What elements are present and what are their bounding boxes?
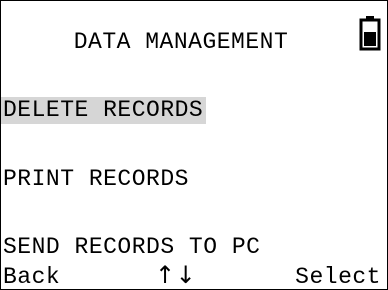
device-screen: DATA MANAGEMENT DELETE RECORDS PRINT REC…: [0, 0, 388, 290]
up-down-arrows-icon[interactable]: ↑↓: [155, 263, 196, 287]
menu-item-delete-records[interactable]: DELETE RECORDS: [1, 97, 207, 124]
back-softkey[interactable]: Back: [3, 266, 60, 289]
screen-title: DATA MANAGEMENT: [73, 29, 289, 55]
menu-item-send-records-to-pc[interactable]: SEND RECORDS TO PC: [1, 234, 263, 261]
menu-item-print-records[interactable]: PRINT RECORDS: [1, 166, 192, 193]
battery-icon: [359, 16, 381, 51]
select-softkey[interactable]: Select: [295, 266, 381, 289]
